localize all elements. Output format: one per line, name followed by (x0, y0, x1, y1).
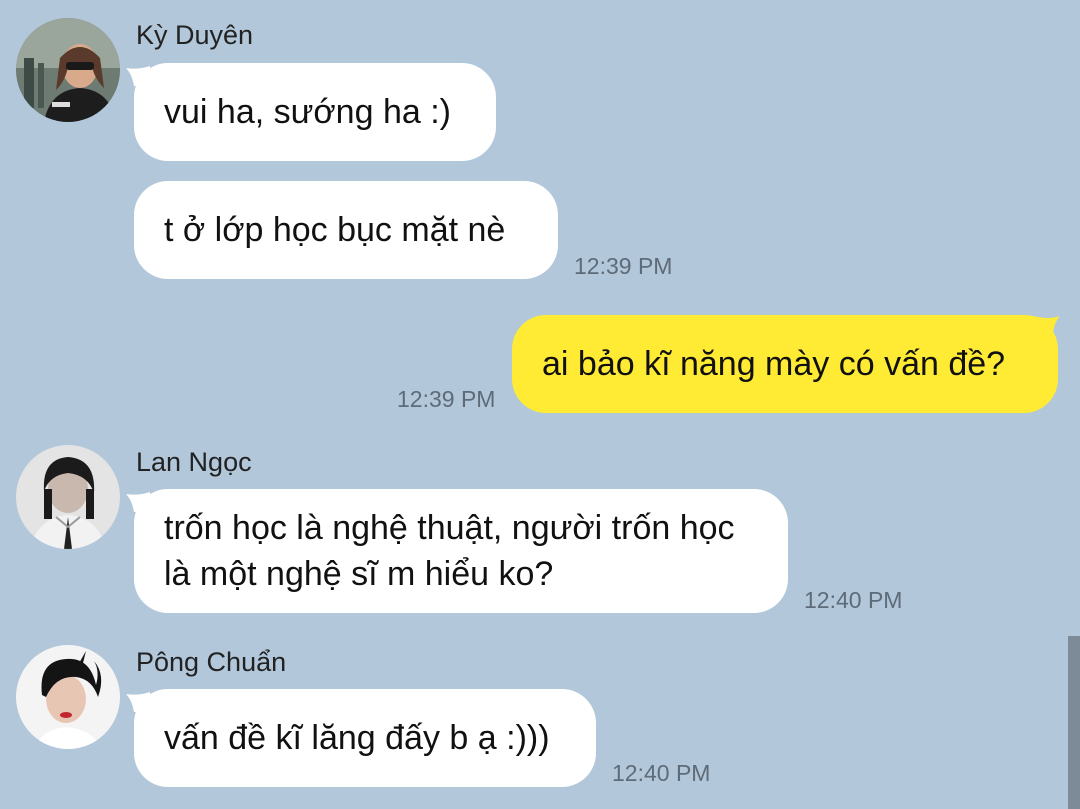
message-bubble[interactable]: vấn đề kĩ lăng đấy b ạ :))) (134, 689, 596, 787)
message-text: ai bảo kĩ năng mày có vấn đề? (542, 345, 1006, 383)
sender-name: Kỳ Duyên (136, 20, 254, 50)
avatar-ky-duyen[interactable] (16, 18, 120, 122)
message-bubble[interactable]: t ở lớp học bục mặt nè (134, 181, 558, 279)
message-bubble[interactable]: vui ha, sướng ha :) (134, 63, 496, 161)
sender-name: Pông Chuẩn (136, 647, 287, 677)
message-text: vui ha, sướng ha :) (164, 93, 451, 131)
sender-name: Lan Ngọc (136, 447, 252, 477)
message-timestamp: 12:40 PM (612, 760, 711, 786)
my-message-bubble[interactable]: ai bảo kĩ năng mày có vấn đề? (512, 315, 1058, 413)
message-timestamp: 12:40 PM (804, 587, 903, 613)
chat-message-list[interactable]: Kỳ Duyên vui ha, sướng ha :) t ở lớp học… (0, 0, 1080, 809)
profile-photo-ky-duyen-icon (16, 18, 120, 122)
message-bubble[interactable]: trốn học là nghệ thuật, người trốn học l… (134, 489, 788, 613)
profile-photo-lan-ngoc-icon (16, 445, 120, 549)
message-timestamp: 12:39 PM (574, 253, 673, 279)
avatar-pong-chuan[interactable] (16, 645, 120, 749)
avatar-lan-ngoc[interactable] (16, 445, 120, 549)
message-text: trốn học là nghệ thuật, người trốn học l… (164, 509, 735, 593)
message-text: t ở lớp học bục mặt nè (164, 211, 506, 249)
scrollbar-thumb[interactable] (1068, 636, 1080, 809)
message-text: vấn đề kĩ lăng đấy b ạ :))) (164, 719, 550, 757)
message-timestamp: 12:39 PM (397, 386, 496, 412)
profile-photo-pong-chuan-icon (16, 645, 120, 749)
